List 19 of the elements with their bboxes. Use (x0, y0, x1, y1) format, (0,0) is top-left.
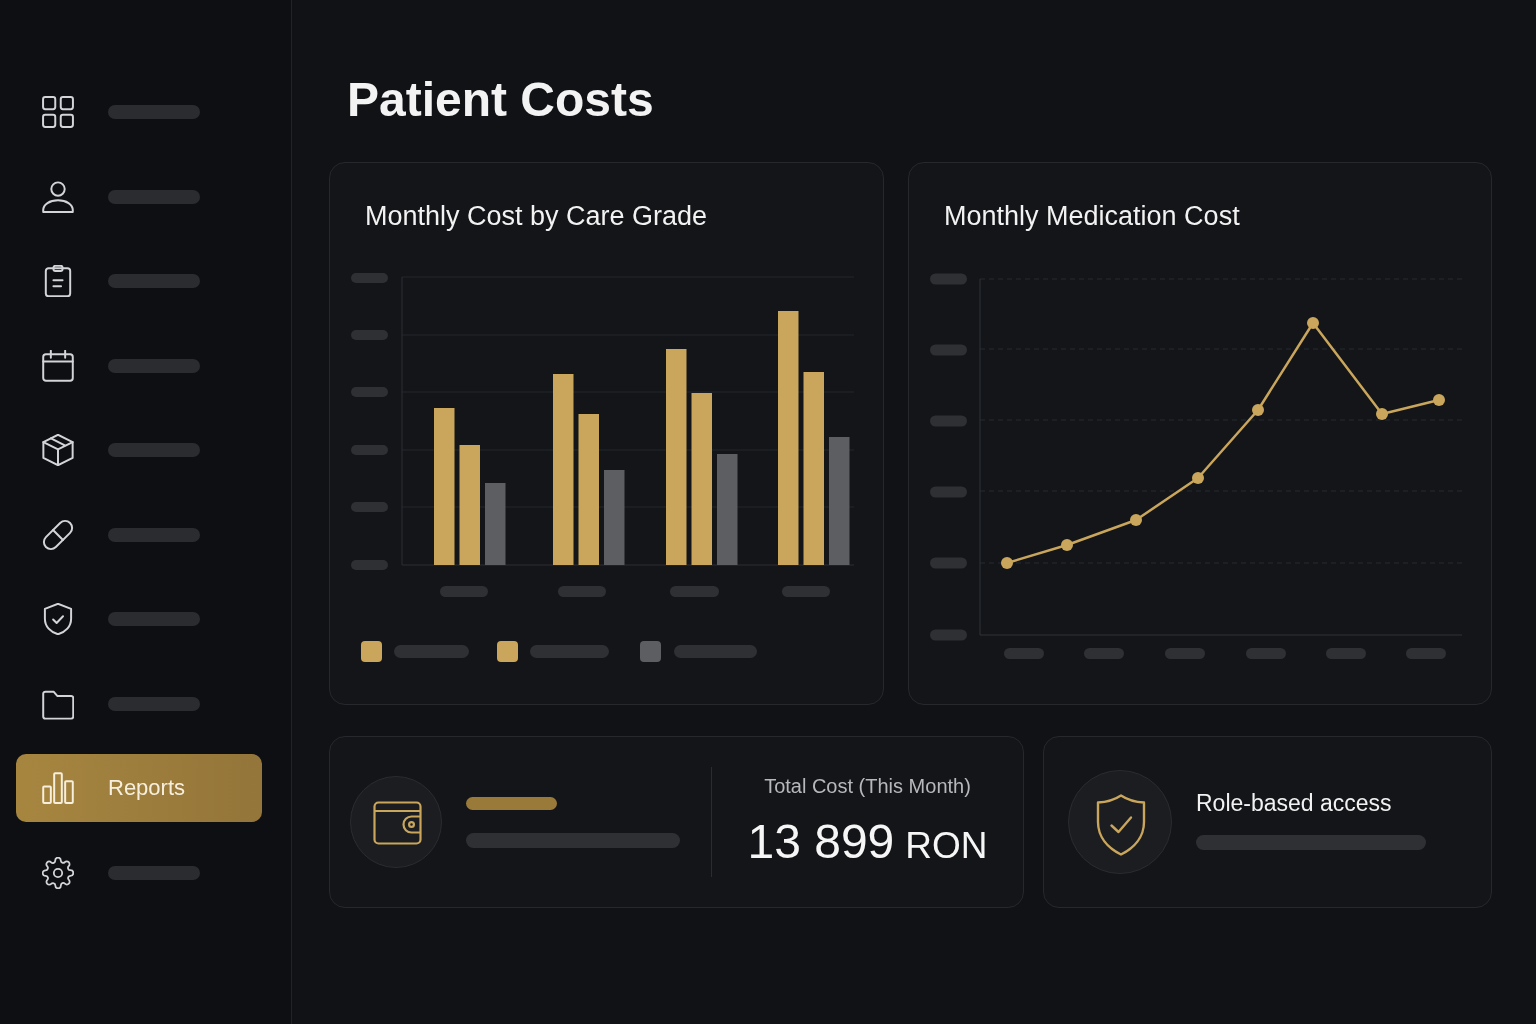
feature-title: Role-based access (1196, 788, 1393, 817)
stat-label: Total Cost (This Month) (764, 774, 971, 798)
currency-unit: RON (905, 824, 988, 868)
bar-chart-icon (42, 772, 74, 804)
person-icon (42, 180, 74, 213)
stat-value: 13 899 (747, 814, 895, 870)
gear-icon (42, 856, 74, 889)
shield-check-icon (1068, 770, 1172, 874)
chart-title: Monthly Cost by Care Grade (365, 200, 708, 232)
pill-icon (42, 518, 74, 551)
clipboard-icon (42, 265, 74, 297)
chart-title: Monthly Medication Cost (944, 200, 1240, 232)
shield-check-icon (42, 603, 74, 635)
page-title: Patient Costs (347, 72, 654, 128)
wallet-icon (350, 776, 442, 868)
sidebar-item[interactable]: Reports (16, 754, 262, 822)
grid-icon (42, 96, 74, 128)
cube-icon (42, 434, 74, 466)
calendar-icon (42, 349, 74, 382)
